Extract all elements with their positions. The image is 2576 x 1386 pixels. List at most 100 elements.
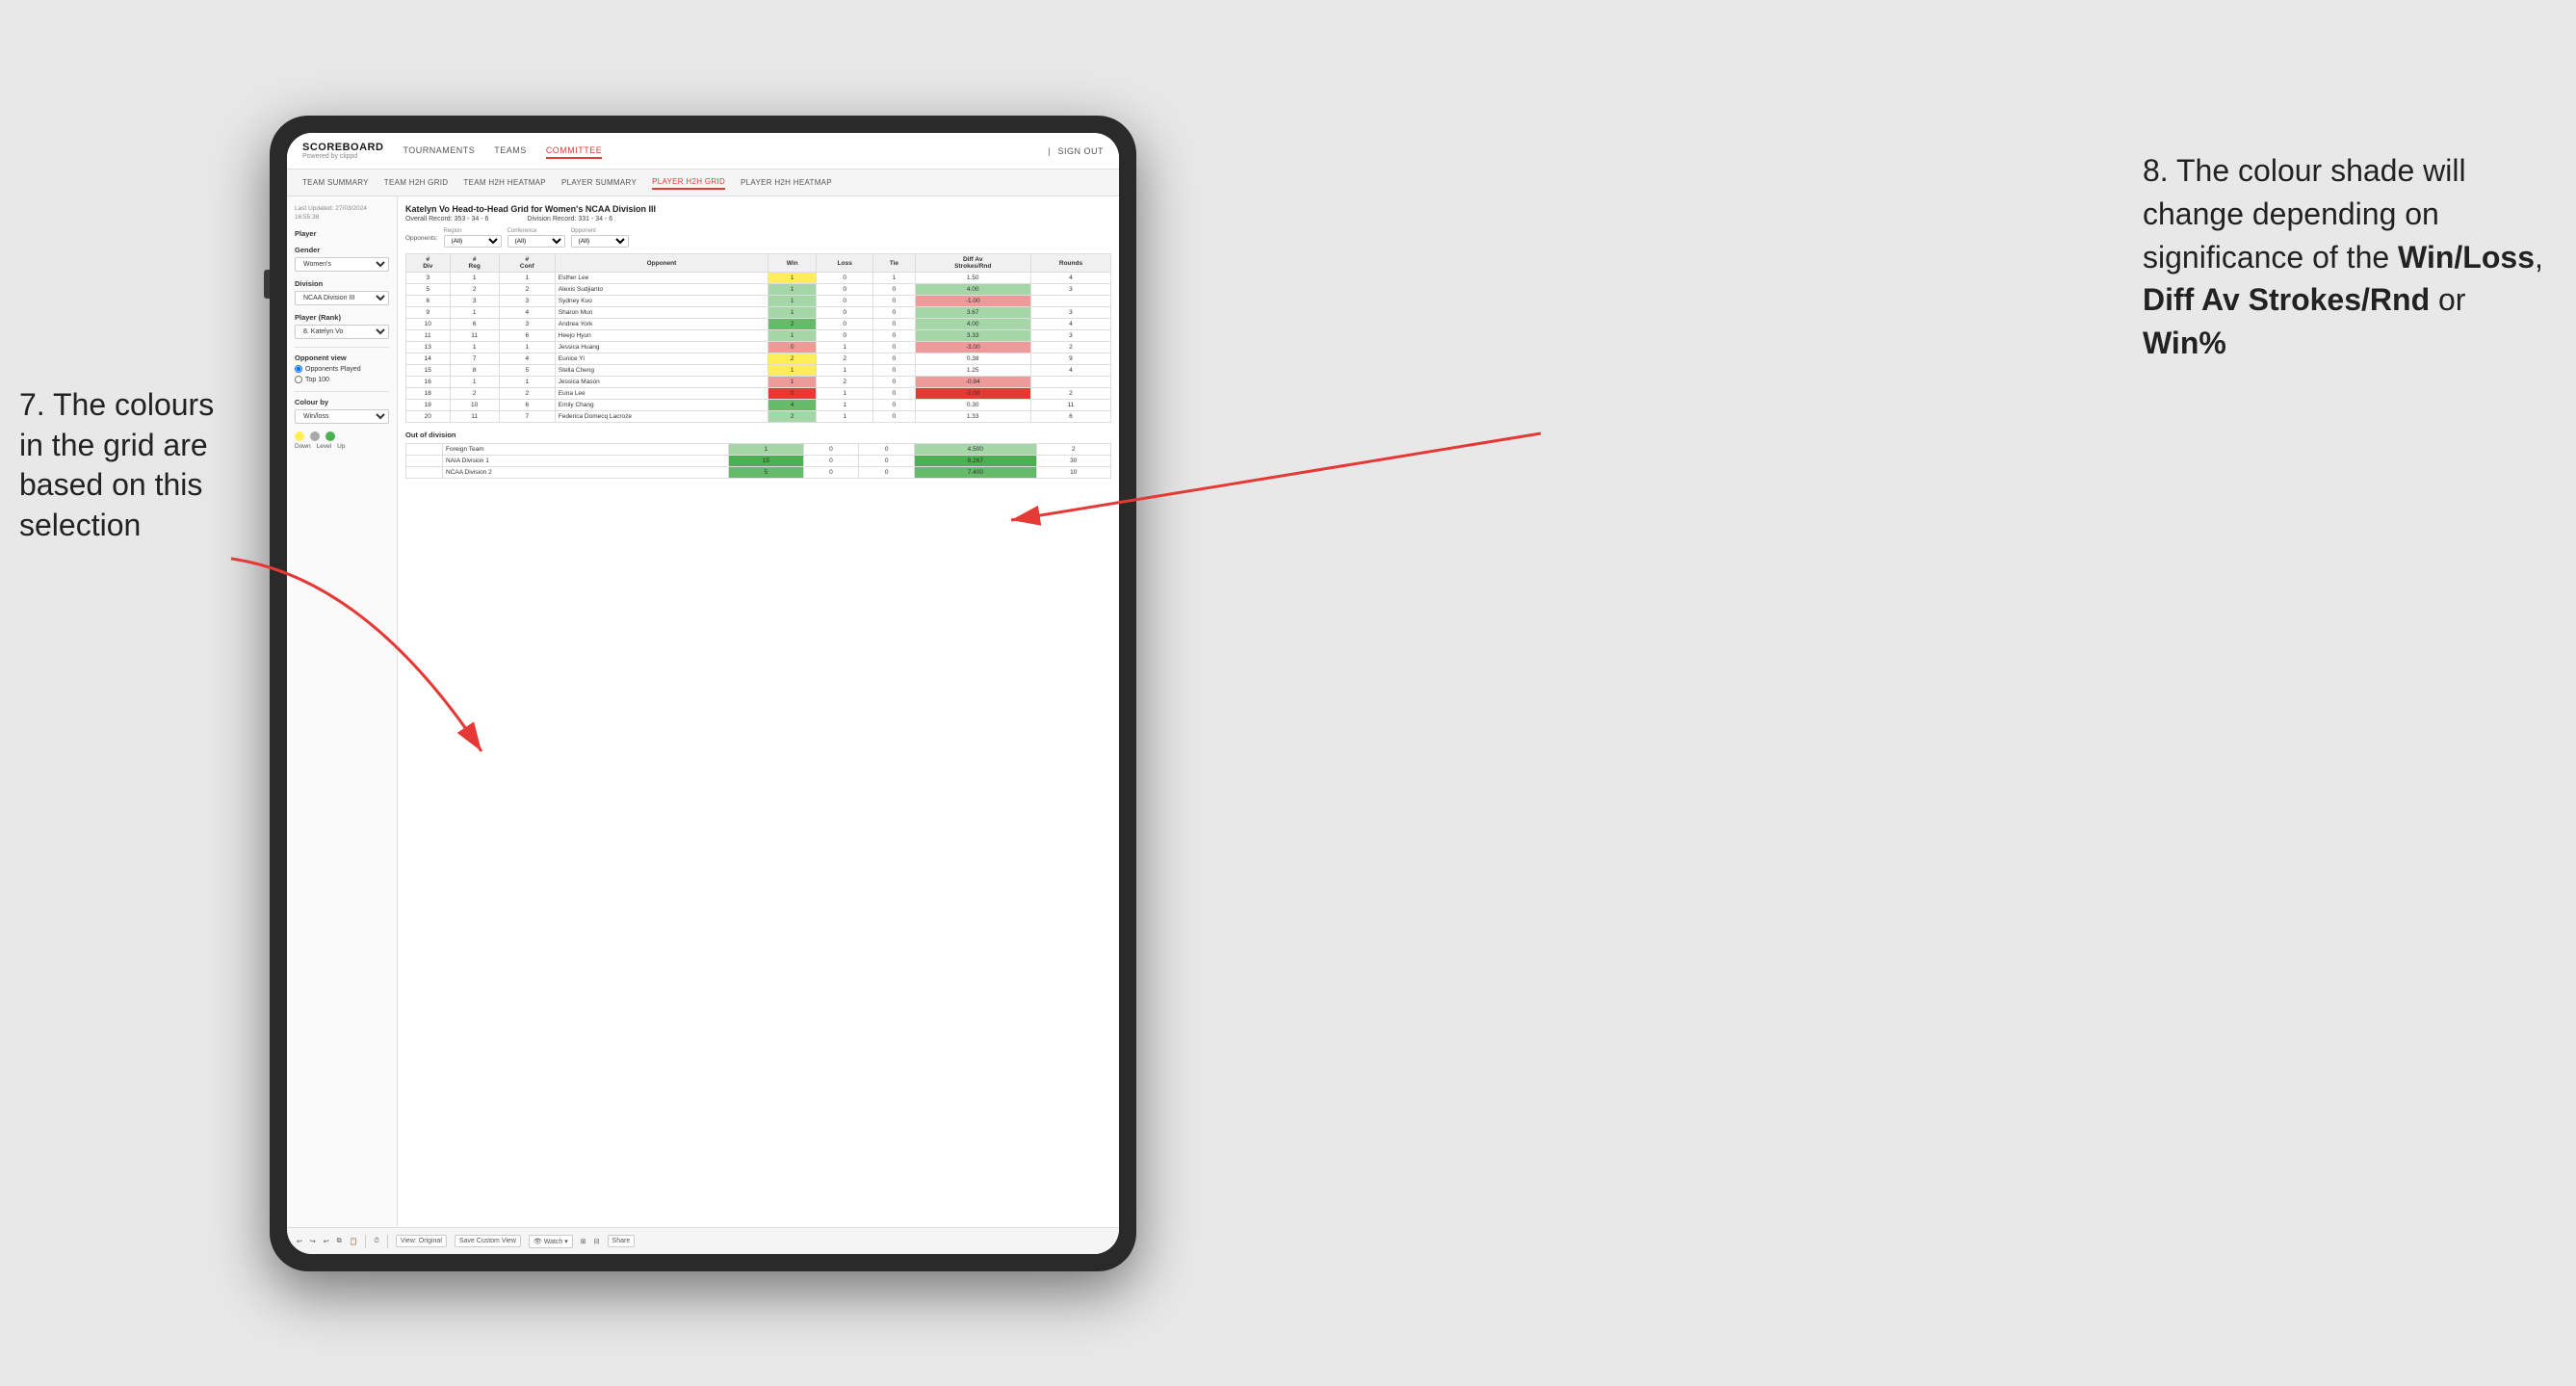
cell-reg: 1 [450,307,499,319]
cell-opponent: Jessica Mason [555,377,768,388]
nav-tournaments[interactable]: TOURNAMENTS [403,144,475,159]
cell-ood-tie: 0 [859,456,915,467]
cell-conf: 6 [499,330,555,342]
redo-icon[interactable]: ↪ [310,1238,316,1245]
sub-nav-team-h2h-grid[interactable]: TEAM H2H GRID [384,176,449,189]
cell-win: 1 [768,273,817,284]
sub-nav-player-h2h-grid[interactable]: PLAYER H2H GRID [652,175,725,190]
cell-conf: 1 [499,377,555,388]
toolbar-icon2[interactable]: ⊟ [594,1238,600,1245]
cell-tie: 0 [873,342,915,353]
view-original-btn[interactable]: View: Original [396,1235,447,1247]
cell-conf: 4 [499,307,555,319]
cell-loss: 1 [817,388,873,400]
conference-select[interactable]: (All) [507,235,565,248]
cell-opponent: Sydney Kuo [555,296,768,307]
cell-opponent: Stella Cheng [555,365,768,377]
gender-select[interactable]: Women's [295,257,389,272]
cell-win: 1 [768,284,817,296]
annotation-left: 7. The colours in the grid are based on … [19,385,231,545]
opponent-filter: Opponent (All) [571,228,629,248]
colour-by-select[interactable]: Win/loss [295,409,389,424]
cell-conf: 4 [499,353,555,365]
toolbar-icon1[interactable]: ⊞ [581,1238,586,1245]
cell-div: 9 [406,307,451,319]
colour-legend-labels: Down Level Up [295,443,389,450]
table-row: 6 3 3 Sydney Kuo 1 0 0 -1.00 [406,296,1111,307]
sub-nav-team-summary[interactable]: TEAM SUMMARY [302,176,369,189]
cell-loss: 0 [817,307,873,319]
radio-top100-input[interactable] [295,376,302,383]
cell-rounds [1030,377,1110,388]
cell-tie: 0 [873,377,915,388]
tablet-frame: SCOREBOARD Powered by clippd TOURNAMENTS… [270,116,1136,1271]
th-opponent: Opponent [555,254,768,273]
region-select[interactable]: (All) [444,235,502,248]
copy-icon[interactable]: ⧉ [337,1238,342,1245]
logo-area: SCOREBOARD Powered by clippd [302,142,383,160]
cell-rounds: 4 [1030,319,1110,330]
sign-out-link[interactable]: Sign out [1057,144,1104,158]
cell-diff: 4.00 [915,319,1030,330]
table-row: 9 1 4 Sharon Mun 1 0 0 3.67 3 [406,307,1111,319]
cell-reg: 7 [450,353,499,365]
cell-reg: 1 [450,342,499,353]
sub-nav-team-h2h-heatmap[interactable]: TEAM H2H HEATMAP [463,176,546,189]
radio-opponents-played-input[interactable] [295,365,302,373]
undo-icon[interactable]: ↩ [297,1238,302,1245]
nav-bar: SCOREBOARD Powered by clippd TOURNAMENTS… [287,133,1119,170]
cell-rounds: 3 [1030,284,1110,296]
cell-ood-diff: 7.400 [915,467,1037,479]
conference-filter: Conference (All) [507,228,565,248]
th-tie: Tie [873,254,915,273]
th-div: #Div [406,254,451,273]
ood-table-row: NAIA Division 1 15 0 0 9.267 30 [406,456,1111,467]
sub-nav-player-h2h-heatmap[interactable]: PLAYER H2H HEATMAP [741,176,832,189]
division-select[interactable]: NCAA Division III [295,291,389,305]
cell-loss: 0 [817,296,873,307]
cell-diff: 1.50 [915,273,1030,284]
sidebar-division-label: Division [295,279,389,288]
cell-ood-win: 15 [729,456,803,467]
paste-icon[interactable]: 📋 [350,1238,358,1245]
cell-ood-name: Foreign Team [443,444,729,456]
nav-teams[interactable]: TEAMS [494,144,527,159]
cell-diff: 1.33 [915,411,1030,423]
cell-opponent: Jessica Huang [555,342,768,353]
cell-conf: 2 [499,388,555,400]
share-btn[interactable]: Share [608,1235,636,1247]
radio-top100[interactable]: Top 100 [295,376,389,383]
cell-ood-name: NAIA Division 1 [443,456,729,467]
clock-icon[interactable]: ⏱ [374,1238,378,1245]
table-row: 19 10 6 Emily Chang 4 1 0 0.30 11 [406,400,1111,411]
cell-tie: 0 [873,353,915,365]
cell-conf: 5 [499,365,555,377]
cell-diff: 0.30 [915,400,1030,411]
cell-win: 1 [768,307,817,319]
nav-committee[interactable]: COMMITTEE [546,144,603,159]
radio-opponents-played[interactable]: Opponents Played [295,365,389,373]
opponent-select[interactable]: (All) [571,235,629,248]
cell-loss: 1 [817,365,873,377]
cell-rounds: 6 [1030,411,1110,423]
out-of-division-table: Foreign Team 1 0 0 4.500 2 NAIA Division… [405,443,1111,479]
cell-diff: -1.00 [915,296,1030,307]
grid-area: Katelyn Vo Head-to-Head Grid for Women's… [398,196,1119,1227]
sidebar-gender-section: Gender Women's [295,246,389,272]
grid-title: Katelyn Vo Head-to-Head Grid for Women's… [405,204,1111,214]
watch-btn[interactable]: 👁 Watch ▾ [529,1235,573,1248]
cell-diff: -3.00 [915,342,1030,353]
save-custom-btn[interactable]: Save Custom View [455,1235,521,1247]
table-header-row: #Div #Reg #Conf Opponent Win Loss Tie Di… [406,254,1111,273]
cell-div: 18 [406,388,451,400]
player-rank-select[interactable]: 8. Katelyn Vo [295,325,389,339]
cell-div: 10 [406,319,451,330]
undo2-icon[interactable]: ↩ [324,1238,329,1245]
cell-win: 1 [768,330,817,342]
table-row: 14 7 4 Eunice Yi 2 2 0 0.38 9 [406,353,1111,365]
sidebar-divider2 [295,391,389,392]
cell-rounds: 2 [1030,342,1110,353]
filters-row: Opponents: Region (All) Conference (All) [405,228,1111,248]
sub-nav-player-summary[interactable]: PLAYER SUMMARY [561,176,637,189]
colour-legend [295,431,389,441]
